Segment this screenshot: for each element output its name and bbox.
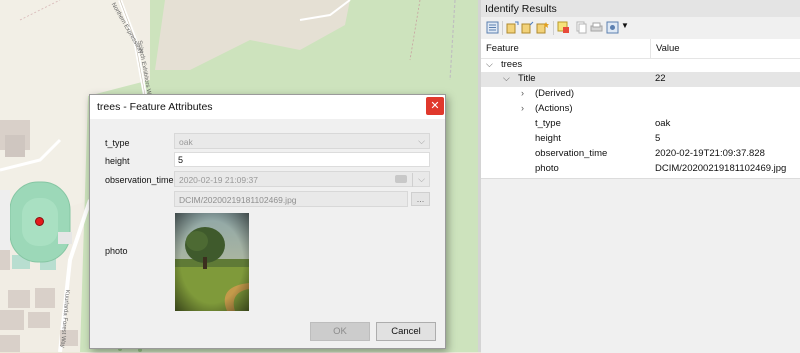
feature-attributes-dialog: trees - Feature Attributes ✕ t_type oak … <box>89 94 446 349</box>
dialog-titlebar[interactable]: trees - Feature Attributes ✕ <box>90 95 445 119</box>
height-input[interactable]: 5 <box>174 152 430 167</box>
browse-button[interactable]: ... <box>411 192 430 206</box>
tree-row-derived[interactable]: › (Derived) <box>481 87 800 102</box>
tree-row-value: 5 <box>655 133 661 144</box>
tree-row-label: (Derived) <box>535 88 575 99</box>
chevron-down-icon[interactable]: ⌵ <box>503 73 510 84</box>
tree-row-label: observation_time <box>535 148 608 159</box>
tree-row-label: Title <box>518 73 536 84</box>
panel-titlebar[interactable]: Identify Results <box>481 0 800 17</box>
column-header-feature[interactable]: Feature <box>481 39 650 59</box>
dropdown-arrow-icon[interactable]: ▼ <box>621 21 629 30</box>
observation-time-value: 2020-02-19 21:09:37 <box>179 175 258 185</box>
tree-row-value: 2020-02-19T21:09:37.828 <box>655 148 765 159</box>
chevron-down-icon: ⌵ <box>418 136 425 146</box>
collapse-all-icon[interactable] <box>521 21 534 34</box>
tree-row-value: DCIM/20200219181102469.jpg <box>655 163 787 174</box>
identify-mode-icon[interactable] <box>606 21 619 34</box>
photo-path-field[interactable]: DCIM/20200219181102469.jpg <box>174 191 408 207</box>
layer-name: trees <box>501 59 523 70</box>
ok-button[interactable]: OK <box>310 322 370 341</box>
observation-time-label: observation_time <box>105 175 174 185</box>
height-value: 5 <box>178 155 184 165</box>
tree-point-marker[interactable] <box>35 217 44 226</box>
t-type-value: oak <box>179 137 193 147</box>
clear-icon[interactable] <box>395 175 407 183</box>
tree-row-attribute[interactable]: observation_time 2020-02-19T21:09:37.828 <box>481 147 800 162</box>
tree-row-label: t_type <box>535 118 561 129</box>
copy-icon[interactable] <box>575 21 588 34</box>
tree-row-value: oak <box>655 118 671 129</box>
observation-time-datetime-edit[interactable]: 2020-02-19 21:09:37 ⌵ <box>174 171 430 187</box>
tree-row-label: height <box>535 133 561 144</box>
expand-new-results-icon[interactable] <box>536 21 549 34</box>
chevron-down-icon[interactable]: ⌵ <box>486 59 493 70</box>
tree-row-attribute[interactable]: height 5 <box>481 132 800 147</box>
expand-all-icon[interactable] <box>506 21 519 34</box>
deselect-features-icon[interactable] <box>557 21 570 34</box>
expand-tree-icon[interactable] <box>486 21 499 34</box>
tree-row-label: (Actions) <box>535 103 573 114</box>
tree-row-attribute[interactable]: photo DCIM/20200219181102469.jpg <box>481 162 800 177</box>
photo-label: photo <box>105 246 128 256</box>
tree-row-actions[interactable]: › (Actions) <box>481 102 800 117</box>
column-header-value-label: Value <box>656 43 680 54</box>
panel-title: Identify Results <box>485 3 557 15</box>
height-label: height <box>105 156 130 166</box>
tree-row-label: photo <box>535 163 559 174</box>
dialog-title: trees - Feature Attributes <box>97 101 213 113</box>
cancel-button[interactable]: Cancel <box>376 322 436 341</box>
identify-toolbar: ▼ <box>481 17 800 40</box>
chevron-right-icon[interactable]: › <box>521 88 524 98</box>
t-type-combobox[interactable]: oak ⌵ <box>174 133 430 149</box>
identify-results-panel: Identify Results ▼ Feature Value ⌵ trees… <box>481 0 800 353</box>
tree-row-feature[interactable]: ⌵ Title 22 <box>481 72 800 87</box>
chevron-right-icon[interactable]: › <box>521 103 524 113</box>
date-separator <box>412 173 413 187</box>
panel-empty-area <box>481 178 800 353</box>
column-header-value[interactable]: Value <box>650 39 800 59</box>
tree-row-value: 22 <box>655 73 666 84</box>
tree-row-layer[interactable]: ⌵ trees <box>481 58 800 73</box>
photo-preview[interactable] <box>175 213 249 311</box>
photo-image <box>175 213 249 311</box>
tree-row-attribute[interactable]: t_type oak <box>481 117 800 132</box>
chevron-down-icon[interactable]: ⌵ <box>418 174 425 185</box>
print-icon[interactable] <box>590 21 603 34</box>
t-type-label: t_type <box>105 138 130 148</box>
toolbar-separator <box>553 21 554 35</box>
photo-path-value: DCIM/20200219181102469.jpg <box>179 195 297 205</box>
toolbar-separator <box>502 21 503 35</box>
column-header-feature-label: Feature <box>486 43 519 54</box>
close-icon[interactable]: ✕ <box>426 97 444 115</box>
